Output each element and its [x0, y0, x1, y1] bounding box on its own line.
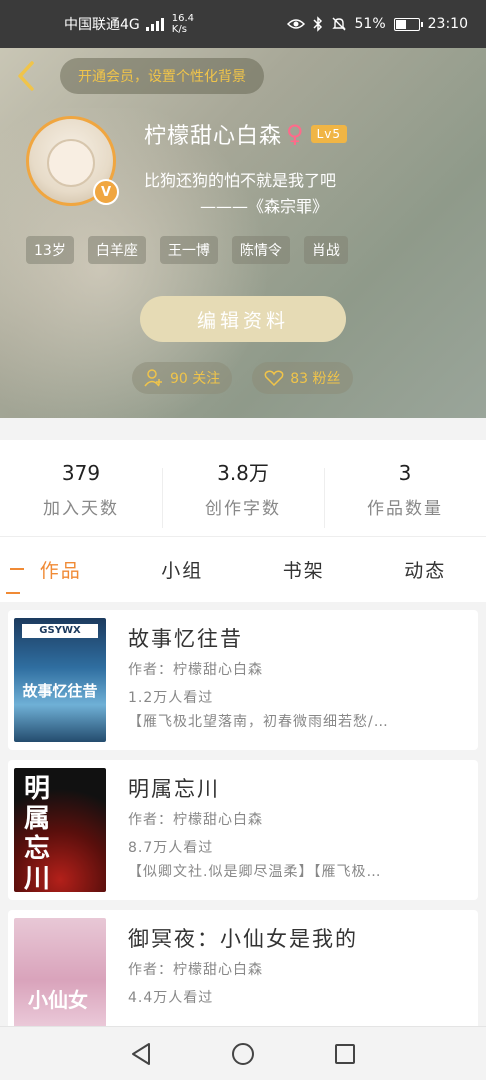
tab-activity[interactable]: 动态 — [365, 556, 486, 583]
circle-home-icon[interactable] — [231, 1042, 255, 1066]
vip-banner[interactable]: 开通会员，设置个性化背景 — [60, 58, 264, 94]
stat-value: 3.8万 — [217, 460, 269, 485]
signal-icon — [145, 17, 164, 31]
work-views: 4.4万人看过 — [128, 990, 214, 1006]
stat-label: 加入天数 — [43, 498, 119, 519]
work-author: 作者：柠檬甜心白森 — [128, 962, 263, 978]
clock: 23:10 — [427, 16, 468, 32]
network-speed: 16.4 K/s — [171, 13, 195, 35]
work-quote: 【似卿文社.似是卿尽温柔】【雁飞极… — [128, 864, 382, 880]
avatar-face — [47, 139, 95, 187]
bell-off-icon — [331, 17, 346, 31]
battery-icon — [393, 17, 423, 31]
username: 柠檬甜心白森 — [144, 124, 283, 149]
book-cover: 明属忘川 — [14, 768, 106, 892]
profile-header: 开通会员，设置个性化背景 V 柠檬甜心白森 ♀ Lv5 比狗还狗的怕不就是我了吧… — [0, 48, 486, 418]
username-row: 柠檬甜心白森 ♀ Lv5 — [144, 118, 348, 150]
works-list: GSYWX 故事忆往昔 故事忆往昔 作者：柠檬甜心白森 1.2万人看过 【雁飞极… — [0, 602, 486, 1026]
work-views: 8.7万人看过 — [128, 840, 214, 856]
back-button[interactable] — [12, 60, 40, 92]
stat-works-count: 3 作品数量 — [324, 458, 486, 528]
tag-age: 13岁 — [26, 236, 74, 264]
user-plus-icon — [144, 369, 162, 387]
stat-word-count: 3.8万 创作字数 — [162, 458, 324, 528]
stat-value: 379 — [61, 460, 101, 485]
system-nav-bar — [0, 1026, 486, 1080]
cover-title: 明属忘川 — [24, 774, 51, 892]
work-info: 明属忘川 作者：柠檬甜心白森 8.7万人看过 【似卿文社.似是卿尽温柔】【雁飞极… — [128, 774, 466, 884]
stat-days-joined: 379 加入天数 — [0, 458, 162, 519]
level-badge: Lv5 — [310, 125, 348, 143]
work-card[interactable]: 明属忘川 明属忘川 作者：柠檬甜心白森 8.7万人看过 【似卿文社.似是卿尽温柔… — [8, 760, 478, 900]
tag-zodiac: 白羊座 — [87, 236, 146, 264]
work-card[interactable]: 小仙女 御冥夜：小仙女是我的 作者：柠檬甜心白森 4.4万人看过 — [8, 910, 478, 1026]
followers-count: 83 粉丝 — [290, 371, 341, 387]
cover-title: 故事忆往昔 — [22, 682, 98, 700]
tag-list: 13岁 白羊座 王一博 陈情令 肖战 — [26, 236, 348, 264]
tag-interest: 肖战 — [303, 236, 348, 264]
female-icon: ♀ — [286, 120, 305, 148]
cover-title: 小仙女 — [28, 988, 88, 1012]
eye-icon — [286, 19, 305, 29]
verified-badge: V — [93, 179, 119, 205]
work-title: 明属忘川 — [128, 777, 220, 801]
cover-publisher: GSYWX — [22, 624, 98, 638]
status-bar: 中国联通4G 16.4 K/s 51% 23:10 — [0, 0, 486, 48]
tab-groups[interactable]: 小组 — [122, 556, 244, 583]
work-author: 作者：柠檬甜心白森 — [128, 812, 263, 828]
work-views: 1.2万人看过 — [128, 690, 214, 706]
battery-fill — [395, 19, 407, 29]
book-cover: GSYWX 故事忆往昔 — [14, 618, 106, 742]
bluetooth-icon — [312, 16, 322, 32]
following-count: 90 关注 — [170, 371, 221, 387]
battery-percent: 51% — [354, 16, 386, 32]
bio-line-2: ———《森宗罪》 — [200, 197, 329, 216]
work-info: 御冥夜：小仙女是我的 作者：柠檬甜心白森 4.4万人看过 — [128, 924, 466, 1010]
work-title: 故事忆往昔 — [128, 627, 243, 651]
work-author: 作者：柠檬甜心白森 — [128, 662, 263, 678]
book-cover: 小仙女 — [14, 918, 106, 1026]
avatar[interactable]: V — [26, 116, 119, 206]
stat-value: 3 — [398, 460, 412, 485]
stats-panel: 379 加入天数 3.8万 创作字数 3 作品数量 — [0, 440, 486, 536]
heart-icon — [264, 370, 284, 386]
work-quote: 【雁飞极北望落南，初春微雨细若愁/… — [128, 714, 389, 730]
carrier-label: 中国联通4G — [64, 17, 140, 33]
following-button[interactable]: 90 关注 — [132, 362, 233, 394]
tab-works[interactable]: 作品 — [0, 556, 122, 594]
chevron-left-icon — [18, 61, 34, 91]
tab-bar: 作品 小组 书架 动态 — [0, 536, 486, 602]
tab-bookshelf[interactable]: 书架 — [243, 556, 365, 583]
stat-label: 创作字数 — [205, 498, 281, 519]
bio-line-1: 比狗还狗的怕不就是我了吧 — [144, 171, 337, 190]
followers-button[interactable]: 83 粉丝 — [252, 362, 353, 394]
bio: 比狗还狗的怕不就是我了吧 ———《森宗罪》 — [144, 168, 336, 220]
work-title: 御冥夜：小仙女是我的 — [128, 927, 358, 951]
square-recent-icon[interactable] — [334, 1043, 356, 1065]
tag-interest: 陈情令 — [231, 236, 290, 264]
work-card[interactable]: GSYWX 故事忆往昔 故事忆往昔 作者：柠檬甜心白森 1.2万人看过 【雁飞极… — [8, 610, 478, 750]
follow-row: 90 关注 83 粉丝 — [132, 362, 353, 394]
tag-interest: 王一博 — [159, 236, 218, 264]
triangle-back-icon[interactable] — [130, 1042, 152, 1066]
edit-profile-button[interactable]: 编辑资料 — [140, 296, 346, 342]
work-info: 故事忆往昔 作者：柠檬甜心白森 1.2万人看过 【雁飞极北望落南，初春微雨细若愁… — [128, 624, 466, 734]
stat-label: 作品数量 — [367, 498, 443, 519]
